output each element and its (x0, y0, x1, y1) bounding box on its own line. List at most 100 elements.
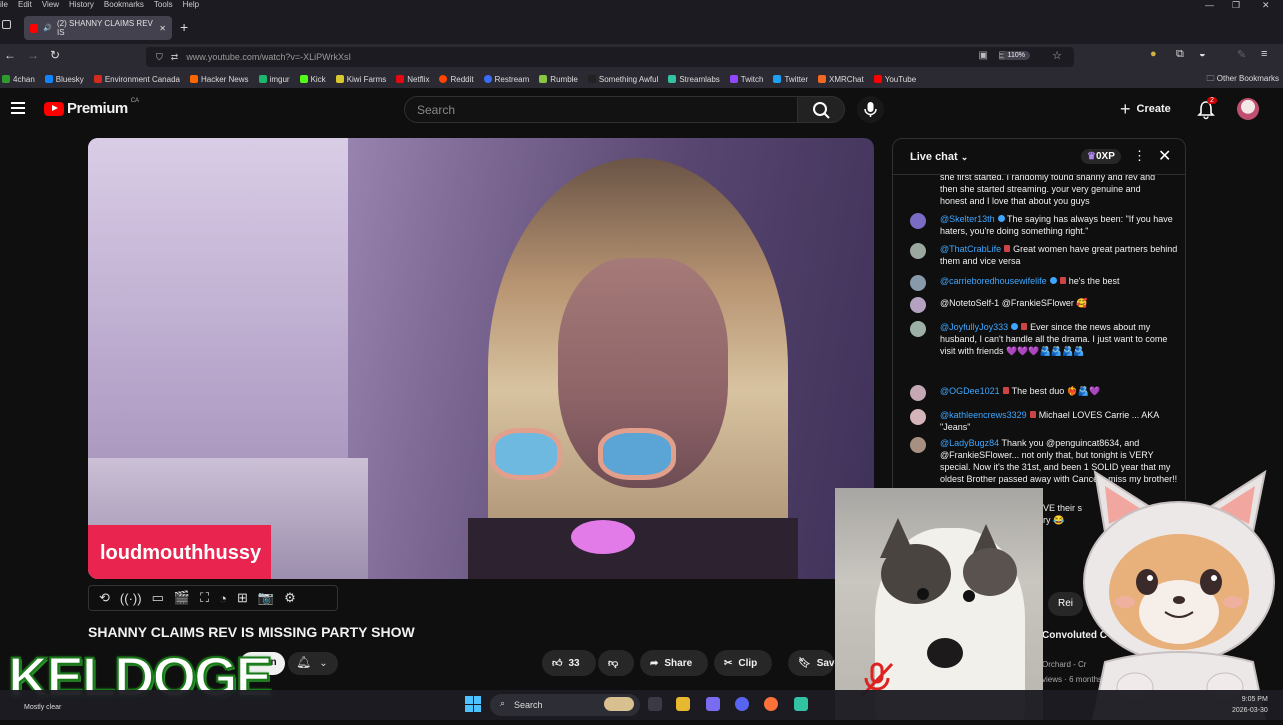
app-menu-icon[interactable]: ≡ (1261, 48, 1267, 60)
streamlabs-taskbar-icon[interactable] (794, 697, 808, 711)
youtube-premium-logo[interactable]: Premium CA (44, 98, 139, 117)
search-highlight-icon[interactable] (604, 697, 634, 711)
extensions-puzzle-icon[interactable]: ⧉ (1176, 48, 1184, 61)
add-box-icon[interactable]: ⊞ (237, 590, 248, 606)
bookmark-twitch[interactable]: Twitch (729, 75, 763, 84)
bookmark-kick[interactable]: Kick (299, 75, 326, 84)
chat-avatar[interactable] (910, 321, 926, 337)
system-clock[interactable]: 9:05 PM 2026-03-30 (1232, 694, 1268, 716)
chat-avatar[interactable] (910, 297, 926, 313)
xp-badge[interactable]: ♛0XP (1081, 149, 1121, 164)
address-bar[interactable]: ⛉ ⇄ www.youtube.com/watch?v=-XLiPWrkXsI … (146, 47, 1074, 67)
tab-strip (0, 10, 1283, 44)
more-options-icon[interactable]: ⋮ (1133, 148, 1146, 164)
video-title: SHANNY CLAIMS REV IS MISSING PARTY SHOW (88, 624, 415, 640)
close-chat-icon[interactable]: ✕ (1158, 146, 1171, 166)
reload-icon[interactable]: ↻ (50, 48, 60, 62)
bell-outline-icon: 🔔︎ (296, 655, 312, 669)
account-icon[interactable]: ◒ (1199, 48, 1206, 60)
bookmark-twitter[interactable]: Twitter (773, 75, 808, 84)
bookmark-netflix[interactable]: Netflix (396, 75, 429, 84)
subscription-bell-button[interactable]: 🔔︎ ⌄ (288, 652, 338, 675)
bookmark-rumble[interactable]: Rumble (539, 75, 578, 84)
bookmark-bluesky[interactable]: Bluesky (44, 75, 84, 84)
new-tab-icon[interactable]: + (180, 19, 188, 35)
member-badge-icon (1004, 245, 1011, 252)
menu-bookmarks[interactable]: Bookmarks (104, 0, 144, 10)
bookmark-xmrchat[interactable]: XMRChat (818, 75, 864, 84)
speed-gauge-icon[interactable]: ◔ (219, 591, 227, 606)
live-chat-dropdown[interactable]: Live chat ⌄ (910, 151, 968, 163)
chat-avatar[interactable] (910, 385, 926, 401)
dislike-button[interactable]: 👎︎ (598, 650, 634, 676)
windows-taskbar (0, 690, 1283, 720)
bookmark-streamlabs[interactable]: Streamlabs (668, 75, 720, 84)
camera-icon[interactable]: 📷 (258, 590, 274, 606)
close-tab-icon[interactable]: ✕ (159, 24, 166, 33)
hamburger-menu-icon[interactable] (11, 102, 25, 117)
voice-search-button[interactable] (857, 96, 884, 123)
task-view-icon[interactable] (648, 697, 662, 711)
chat-avatar[interactable] (910, 275, 926, 291)
menu-edit[interactable]: Edit (18, 0, 32, 10)
speaker-icon[interactable]: 🔊 (43, 24, 52, 32)
chat-avatar[interactable] (910, 409, 926, 425)
search-input[interactable]: Search (404, 96, 798, 123)
menu-history[interactable]: History (69, 0, 94, 10)
chat-avatar[interactable] (910, 243, 926, 259)
account-avatar[interactable] (1237, 98, 1259, 120)
minimize-icon[interactable]: — (1205, 0, 1214, 10)
bookmark-kiwi-farms[interactable]: Kiwi Farms (335, 75, 386, 84)
butterfly-icon (44, 75, 53, 83)
live-broadcast-icon[interactable]: ((·)) (120, 591, 142, 606)
menu-file[interactable]: ile (0, 0, 8, 10)
back-icon[interactable]: ← (4, 48, 16, 62)
bookmark-youtube[interactable]: YouTube (873, 75, 916, 84)
tab-list-icon[interactable] (2, 20, 11, 29)
tab-title: (2) SHANNY CLAIMS REV IS (57, 19, 153, 37)
clip-button[interactable]: ✂ Clip (714, 650, 772, 676)
chat-avatar[interactable] (910, 213, 926, 229)
extension-icon[interactable]: ● (1150, 48, 1157, 60)
theater-icon[interactable]: ▭ (152, 590, 164, 606)
url-text[interactable]: www.youtube.com/watch?v=-XLiPWrkXsI (186, 52, 351, 62)
other-bookmarks[interactable]: 🗀 Other Bookmarks (1207, 73, 1279, 87)
bookmark-something-awful[interactable]: Something Awful (587, 75, 658, 84)
bookmark-restream[interactable]: Restream (483, 75, 529, 84)
menu-tools[interactable]: Tools (154, 0, 173, 10)
browser-tab[interactable]: 🔊 (2) SHANNY CLAIMS REV IS ✕ (24, 16, 172, 40)
share-button[interactable]: ➦ Share (640, 650, 708, 676)
kiwi-icon (335, 75, 344, 83)
create-button[interactable]: + Create (1120, 98, 1171, 120)
fullscreen-icon[interactable]: ⛶ (200, 590, 209, 606)
file-explorer-icon[interactable] (676, 697, 690, 711)
bookmark-4chan[interactable]: 4chan (2, 75, 35, 84)
zoom-level[interactable]: 110% (1002, 51, 1030, 60)
chat-message: @ThatCrabLife Great women have great part… (910, 243, 1180, 267)
bookmark-environment-canada[interactable]: Environment Canada (93, 75, 180, 84)
clapper-icon[interactable]: 🎬 (174, 590, 190, 606)
like-button[interactable]: 👍︎ 33 (542, 650, 596, 676)
bookmark-reddit[interactable]: Reddit (439, 75, 474, 84)
page-settings-icon[interactable]: ⇄ (171, 52, 179, 63)
copilot-icon[interactable] (706, 697, 720, 711)
weather-widget[interactable]: Mostly clear (24, 704, 61, 711)
pen-icon[interactable]: ✎ (1237, 48, 1246, 61)
bookmark-star-icon[interactable]: ☆ (1052, 49, 1062, 62)
menu-view[interactable]: View (42, 0, 59, 10)
firefox-icon[interactable] (764, 697, 778, 711)
settings-gear-icon[interactable]: ⚙ (284, 590, 296, 606)
bookmark-hacker-news[interactable]: Hacker News (189, 75, 249, 84)
forward-icon[interactable]: → (27, 48, 39, 62)
windows-start-icon[interactable] (465, 696, 481, 712)
shield-icon[interactable]: ⛉ (156, 52, 163, 63)
search-button[interactable] (797, 96, 845, 123)
discord-icon[interactable] (735, 697, 749, 711)
save-button[interactable]: 🔖︎ Save (788, 650, 840, 676)
chat-avatar[interactable] (910, 437, 926, 453)
reader-view-icon[interactable]: ▣ (979, 50, 988, 61)
bookmark-imgur[interactable]: imgur (258, 75, 290, 84)
menu-help[interactable]: Help (183, 0, 199, 10)
loop-icon[interactable]: ⟲ (99, 590, 110, 606)
video-player[interactable] (88, 138, 874, 579)
